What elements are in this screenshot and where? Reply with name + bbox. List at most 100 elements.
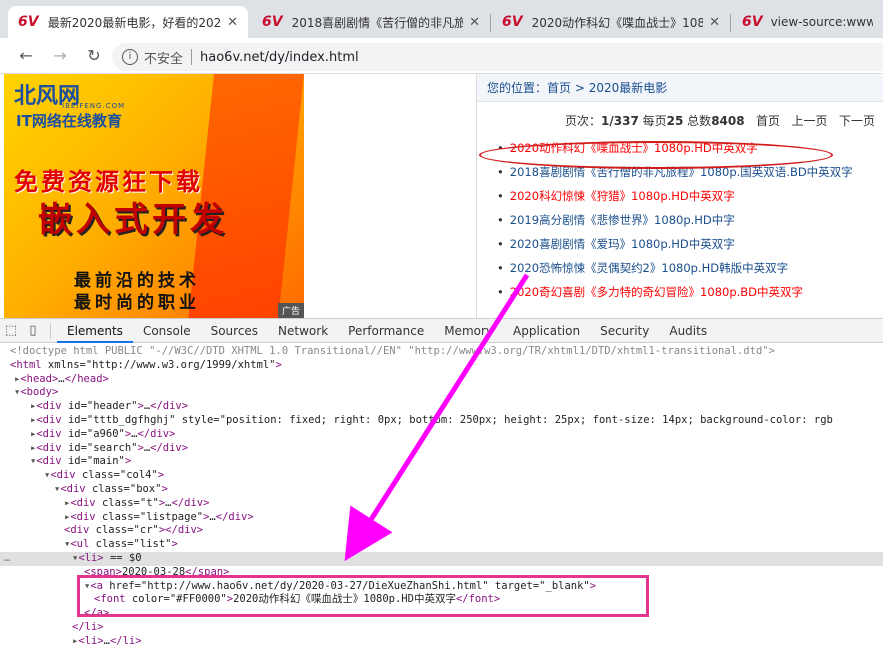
browser-toolbar: ← → ↻ i 不安全 hao6v.net/dy/index.html [0, 38, 883, 74]
ad-tagline-1: 最前沿的技术 [74, 271, 200, 291]
dom-node-line[interactable]: ▾<div class="box"> [0, 483, 883, 497]
dom-node-line[interactable]: ▸<li>…</li> [0, 635, 883, 649]
dom-node-line[interactable]: … ▾<li> == $0 [0, 551, 883, 566]
movie-link[interactable]: 2020科幻惊悚《狩猎》1080p.HD中英双字 [510, 189, 735, 203]
pager-total: 8408 [711, 114, 745, 128]
pager-next-link[interactable]: 下一页 [839, 114, 875, 128]
bullet-icon: • [497, 165, 504, 179]
movie-list-item: • 2020科幻惊悚《狩猎》1080p.HD中英双字 [497, 184, 883, 208]
breadcrumb-current[interactable]: 2020最新电影 [589, 81, 668, 95]
bullet-icon: • [497, 237, 504, 251]
tab-4[interactable]: 6V view-source:www [732, 6, 883, 38]
dom-node-line[interactable]: <div class="cr"></div> [0, 524, 883, 538]
breadcrumb-home[interactable]: 首页 [547, 81, 571, 95]
ad-tagline: 最前沿的技术 最时尚的职业 [74, 270, 200, 314]
dom-node-line[interactable]: <html xmlns="http://www.w3.org/1999/xhtm… [0, 359, 883, 373]
devtools-tabs: Elements Console Sources Network Performance… [57, 319, 717, 343]
devtools-divider [50, 322, 51, 339]
ad-tagline-2: 最时尚的职业 [74, 293, 200, 313]
movie-list-item: • 2020恐怖惊悚《灵偶契约2》1080p.HD韩版中英双字 [497, 256, 883, 280]
movie-list-item: • 2020喜剧剧情《爱玛》1080p.HD中英双字 [497, 232, 883, 256]
web-page: 北风网 IBEIFENG.COM IT网络在线教育 免费资源狂下载 嵌入式开发 … [0, 74, 883, 318]
dom-node-line[interactable]: ▾<body> [0, 386, 883, 400]
movie-list-item: • 2020奇幻喜剧《多力特的奇幻冒险》1080p.BD中英双字 [497, 280, 883, 304]
dom-node-line[interactable]: ▾<ul class="list"> [0, 538, 883, 552]
highlight-oval [479, 141, 833, 169]
pager-first-link[interactable]: 首页 [756, 114, 780, 128]
pager-per-label: 每页 [638, 114, 667, 128]
devtools-tab-console[interactable]: Console [133, 319, 201, 343]
ad-brand-domain: IBEIFENG.COM [62, 102, 126, 110]
dom-node-line[interactable]: ▸<div class="t">…</div> [0, 497, 883, 511]
devtools-tab-network[interactable]: Network [268, 319, 338, 343]
reload-icon[interactable]: ↻ [80, 46, 108, 65]
devtools-tab-memory[interactable]: Memory [434, 319, 503, 343]
ad-label: 广告 [277, 303, 304, 318]
dom-node-line[interactable]: </li> [0, 621, 883, 635]
site-favicon-icon: 6V [502, 14, 523, 30]
movie-link[interactable]: 2020恐怖惊悚《灵偶契约2》1080p.HD韩版中英双字 [510, 261, 788, 275]
pager-pages: 1/337 [601, 114, 639, 128]
tab-3[interactable]: 6V 2020动作科幻《喋血战士》1080 ✕ [492, 6, 730, 38]
tab-active[interactable]: 6V 最新2020最新电影，好看的2020 ✕ [8, 6, 248, 38]
omnibox-divider [191, 49, 193, 65]
bullet-icon: • [497, 189, 504, 203]
pager-per-page: 25 [666, 114, 684, 128]
pagination: 页次：1/337 每页25 总数8408 首页 上一页 下一页 [477, 102, 883, 132]
movie-link[interactable]: 2020奇幻喜剧《多力特的奇幻冒险》1080p.BD中英双字 [510, 285, 803, 299]
bullet-icon: • [497, 213, 504, 227]
devtools-tab-performance[interactable]: Performance [338, 319, 434, 343]
bullet-icon: • [497, 285, 504, 299]
devtools-tab-audits[interactable]: Audits [659, 319, 717, 343]
devtools-tabbar: ⬚ ▯ Elements Console Sources Network Perform… [0, 319, 883, 343]
devtools-tab-application[interactable]: Application [503, 319, 590, 343]
breadcrumb-separator: > [571, 81, 589, 95]
arrow-left-icon[interactable]: ← [12, 46, 40, 65]
tab-separator [730, 14, 731, 32]
tab-title: view-source:www [770, 15, 873, 29]
tab-separator [490, 14, 491, 32]
devtools-tab-security[interactable]: Security [590, 319, 659, 343]
movie-list-item: • 2019高分剧情《悲惨世界》1080p.HD中字 [497, 208, 883, 232]
device-toolbar-icon[interactable]: ▯ [22, 323, 44, 338]
dom-node-line[interactable]: <!doctype html PUBLIC "-//W3C//DTD XHTML… [0, 345, 883, 359]
ad-brand-subtitle: IT网络在线教育 [16, 112, 122, 130]
movie-link[interactable]: 2019高分剧情《悲惨世界》1080p.HD中字 [510, 213, 735, 227]
dom-node-line[interactable]: ▾<div class="col4"> [0, 469, 883, 483]
arrow-right-icon[interactable]: → [46, 46, 74, 65]
tab-title: 最新2020最新电影，好看的2020 [47, 15, 222, 30]
dom-node-line[interactable]: ▸<div id="header">…</div> [0, 400, 883, 414]
pager-prev-link[interactable]: 上一页 [792, 114, 828, 128]
pager-total-label: 总数 [683, 114, 712, 128]
more-icon[interactable]: … [4, 552, 10, 566]
advertisement-banner[interactable]: 北风网 IBEIFENG.COM IT网络在线教育 免费资源狂下载 嵌入式开发 … [4, 74, 304, 318]
breadcrumb-prefix: 您的位置： [487, 81, 548, 95]
breadcrumb: 您的位置：首页 > 2020最新电影 [477, 74, 883, 102]
close-tab-icon[interactable]: ✕ [469, 15, 480, 30]
site-favicon-icon: 6V [18, 14, 39, 30]
info-icon[interactable]: i [122, 49, 138, 65]
close-tab-icon[interactable]: ✕ [227, 15, 238, 30]
tab-title: 2018喜剧剧情《苦行僧的非凡旅 [291, 15, 464, 30]
dom-node-line[interactable]: ▸<div id="search">…</div> [0, 442, 883, 456]
address-bar[interactable]: i 不安全 hao6v.net/dy/index.html [112, 43, 883, 71]
dom-node-line[interactable]: ▸<div class="listpage">…</div> [0, 511, 883, 525]
devtools-tab-elements[interactable]: Elements [57, 319, 133, 343]
dom-node-line[interactable]: ▸<div id="a960">…</div> [0, 428, 883, 442]
movie-list-panel: 您的位置：首页 > 2020最新电影 页次：1/337 每页25 总数8408 … [476, 74, 883, 318]
dom-node-line[interactable]: ▸<head>…</head> [0, 373, 883, 387]
highlight-box [77, 575, 649, 617]
browser-tab-strip: 6V 最新2020最新电影，好看的2020 ✕ 6V 2018喜剧剧情《苦行僧的… [0, 0, 883, 38]
dom-node-line[interactable]: ▸<div id="tttb_dgfhghj" style="position:… [0, 414, 883, 428]
movie-link[interactable]: 2020喜剧剧情《爱玛》1080p.HD中英双字 [510, 237, 735, 251]
bullet-icon: • [497, 261, 504, 275]
tab-2[interactable]: 6V 2018喜剧剧情《苦行僧的非凡旅 ✕ [252, 6, 490, 38]
inspect-element-icon[interactable]: ⬚ [0, 323, 22, 338]
pager-pages-label: 页次： [565, 114, 602, 128]
url-text[interactable]: hao6v.net/dy/index.html [200, 50, 359, 65]
dom-node-line[interactable]: ▾<div id="main"> [0, 455, 883, 469]
close-tab-icon[interactable]: ✕ [709, 15, 720, 30]
security-label[interactable]: 不安全 [144, 48, 183, 67]
tab-title: 2020动作科幻《喋血战士》1080 [531, 15, 704, 30]
devtools-tab-sources[interactable]: Sources [201, 319, 268, 343]
